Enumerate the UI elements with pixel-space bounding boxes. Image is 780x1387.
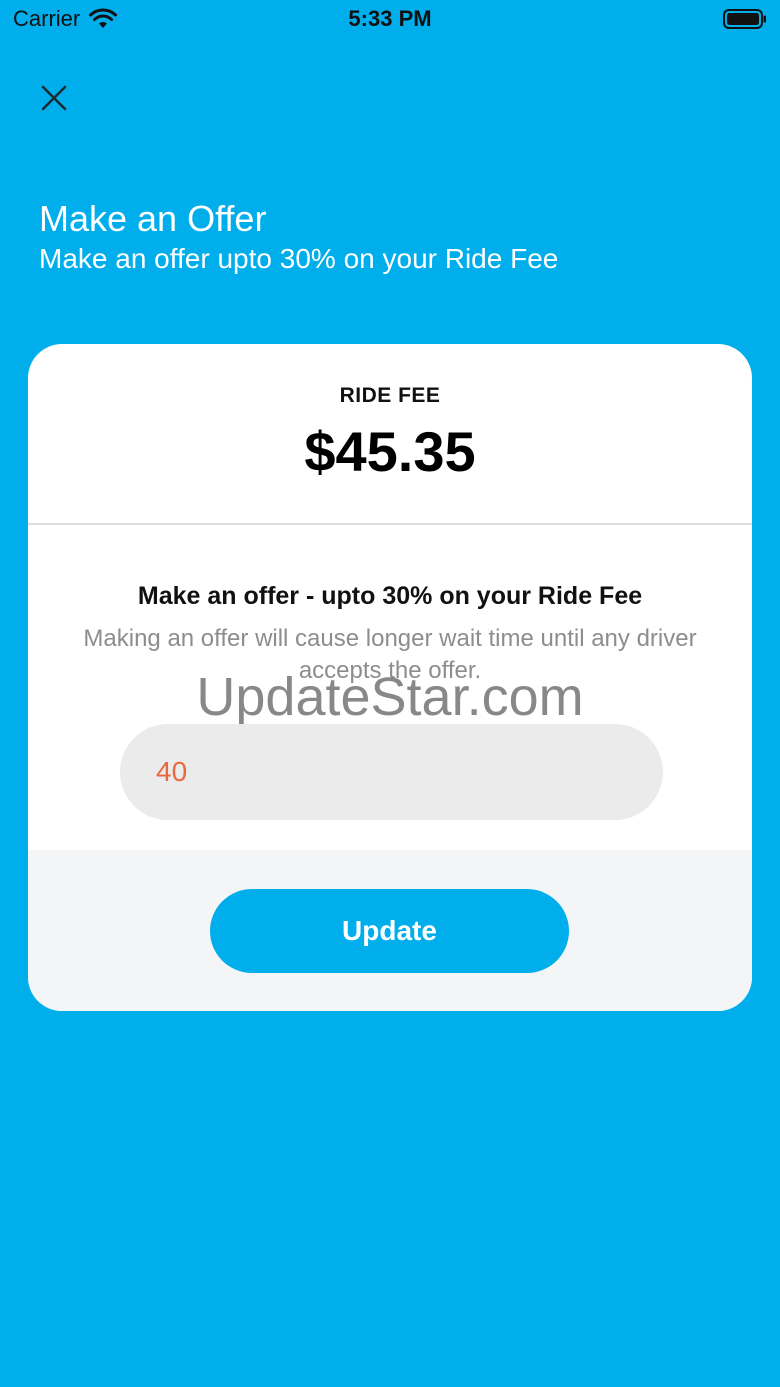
page-subtitle: Make an offer upto 30% on your Ride Fee	[39, 243, 559, 274]
watermark: UpdateStar.com	[196, 667, 584, 727]
offer-card: RIDE FEE $45.35 Make an offer - upto 30%…	[28, 344, 752, 1011]
status-bar: Carrier 5:33 PM	[0, 0, 780, 44]
battery-icon	[723, 9, 766, 29]
update-button[interactable]: Update	[210, 889, 569, 973]
close-icon[interactable]	[34, 78, 74, 118]
page-title: Make an Offer	[39, 198, 267, 239]
ride-fee-label: RIDE FEE	[339, 384, 441, 407]
card-footer: Update	[28, 850, 752, 1011]
ride-fee-amount: $45.35	[304, 420, 476, 483]
clock: 5:33 PM	[348, 6, 432, 31]
offer-amount-input[interactable]: 40	[120, 724, 663, 820]
offer-heading: Make an offer - upto 30% on your Ride Fe…	[137, 582, 643, 610]
divider	[28, 523, 752, 525]
